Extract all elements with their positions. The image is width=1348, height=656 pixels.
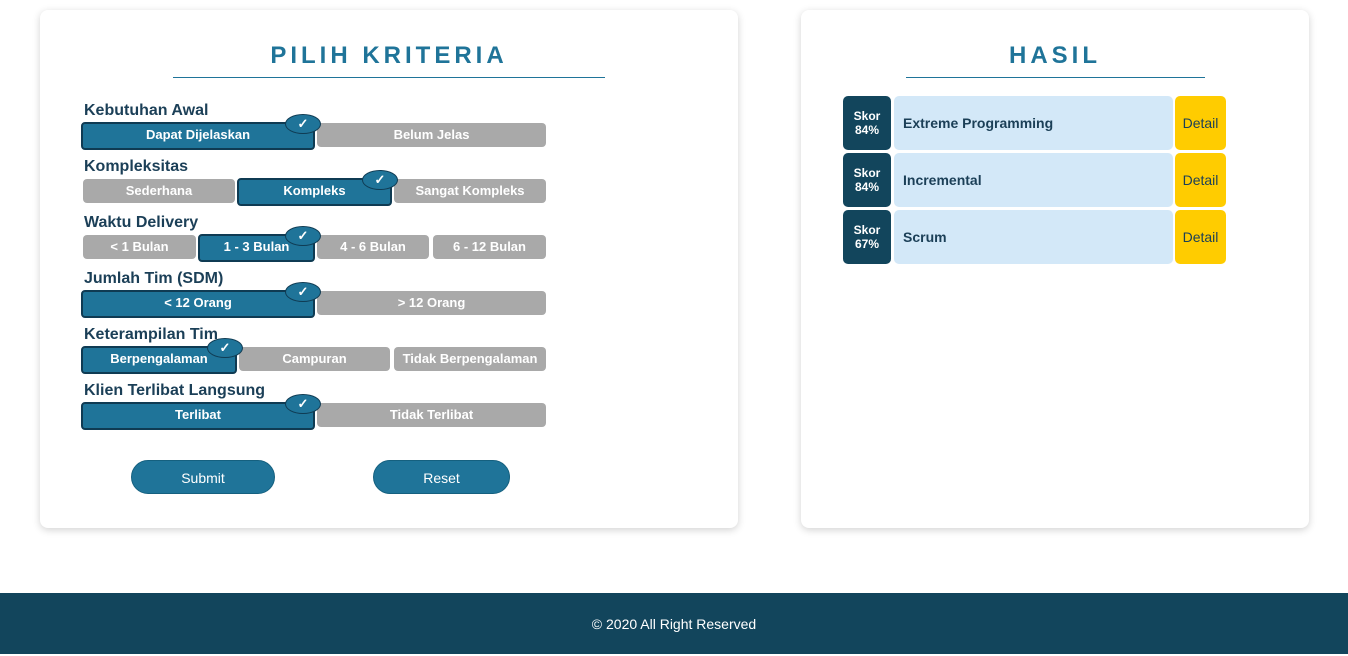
reset-button[interactable]: Reset — [373, 460, 510, 494]
option-dapat-dijelaskan[interactable]: Dapat Dijelaskan — [81, 122, 315, 150]
results-panel: HASIL Skor 84% Extreme Programming Detai… — [801, 10, 1309, 528]
option-tidak-berpengalaman[interactable]: Tidak Berpengalaman — [394, 347, 546, 371]
score-label: Skor — [853, 223, 881, 237]
result-name: Extreme Programming — [894, 96, 1173, 150]
criteria-title-underline — [173, 77, 605, 78]
option-lebih-12-orang[interactable]: > 12 Orang — [317, 291, 546, 315]
option-kurang-12-orang[interactable]: < 12 Orang — [81, 290, 315, 318]
score-label: Skor — [853, 166, 881, 180]
group-label-jumlah-tim: Jumlah Tim (SDM) — [84, 270, 224, 287]
group-label-waktu-delivery: Waktu Delivery — [84, 214, 199, 231]
copyright-text: © 2020 All Right Reserved — [591, 616, 757, 632]
score-value: 84% — [854, 123, 880, 137]
option-belum-jelas[interactable]: Belum Jelas — [317, 123, 546, 147]
group-label-kompleksitas: Kompleksitas — [84, 158, 189, 175]
criteria-title: PILIH KRITERIA — [270, 42, 508, 69]
score-value: 67% — [854, 237, 880, 251]
option-campuran[interactable]: Campuran — [239, 347, 390, 371]
detail-button[interactable]: Detail — [1175, 153, 1226, 207]
results-title-underline — [906, 77, 1205, 78]
detail-button[interactable]: Detail — [1175, 96, 1226, 150]
option-sangat-kompleks[interactable]: Sangat Kompleks — [394, 179, 546, 203]
check-icon: ✓ — [362, 170, 398, 190]
group-label-kebutuhan-awal: Kebutuhan Awal — [84, 102, 209, 119]
option-4-6-bulan[interactable]: 4 - 6 Bulan — [317, 235, 429, 259]
score-badge: Skor 67% — [843, 210, 891, 264]
result-name: Scrum — [894, 210, 1173, 264]
check-icon: ✓ — [207, 338, 243, 358]
score-badge: Skor 84% — [843, 153, 891, 207]
option-kurang-1-bulan[interactable]: < 1 Bulan — [83, 235, 196, 259]
group-label-keterampilan-tim: Keterampilan Tim — [84, 326, 218, 343]
score-label: Skor — [853, 109, 881, 123]
option-terlibat[interactable]: Terlibat — [81, 402, 315, 430]
footer: © 2020 All Right Reserved — [0, 593, 1348, 654]
option-sederhana[interactable]: Sederhana — [83, 179, 235, 203]
check-icon: ✓ — [285, 114, 321, 134]
results-title: HASIL — [1009, 42, 1101, 69]
group-label-klien-terlibat: Klien Terlibat Langsung — [84, 382, 266, 399]
score-badge: Skor 84% — [843, 96, 891, 150]
criteria-panel: PILIH KRITERIA Kebutuhan Awal Dapat Dije… — [40, 10, 738, 528]
score-value: 84% — [854, 180, 880, 194]
submit-button[interactable]: Submit — [131, 460, 275, 494]
check-icon: ✓ — [285, 394, 321, 414]
check-icon: ✓ — [285, 226, 321, 246]
option-6-12-bulan[interactable]: 6 - 12 Bulan — [433, 235, 546, 259]
detail-button[interactable]: Detail — [1175, 210, 1226, 264]
option-tidak-terlibat[interactable]: Tidak Terlibat — [317, 403, 546, 427]
result-name: Incremental — [894, 153, 1173, 207]
check-icon: ✓ — [285, 282, 321, 302]
